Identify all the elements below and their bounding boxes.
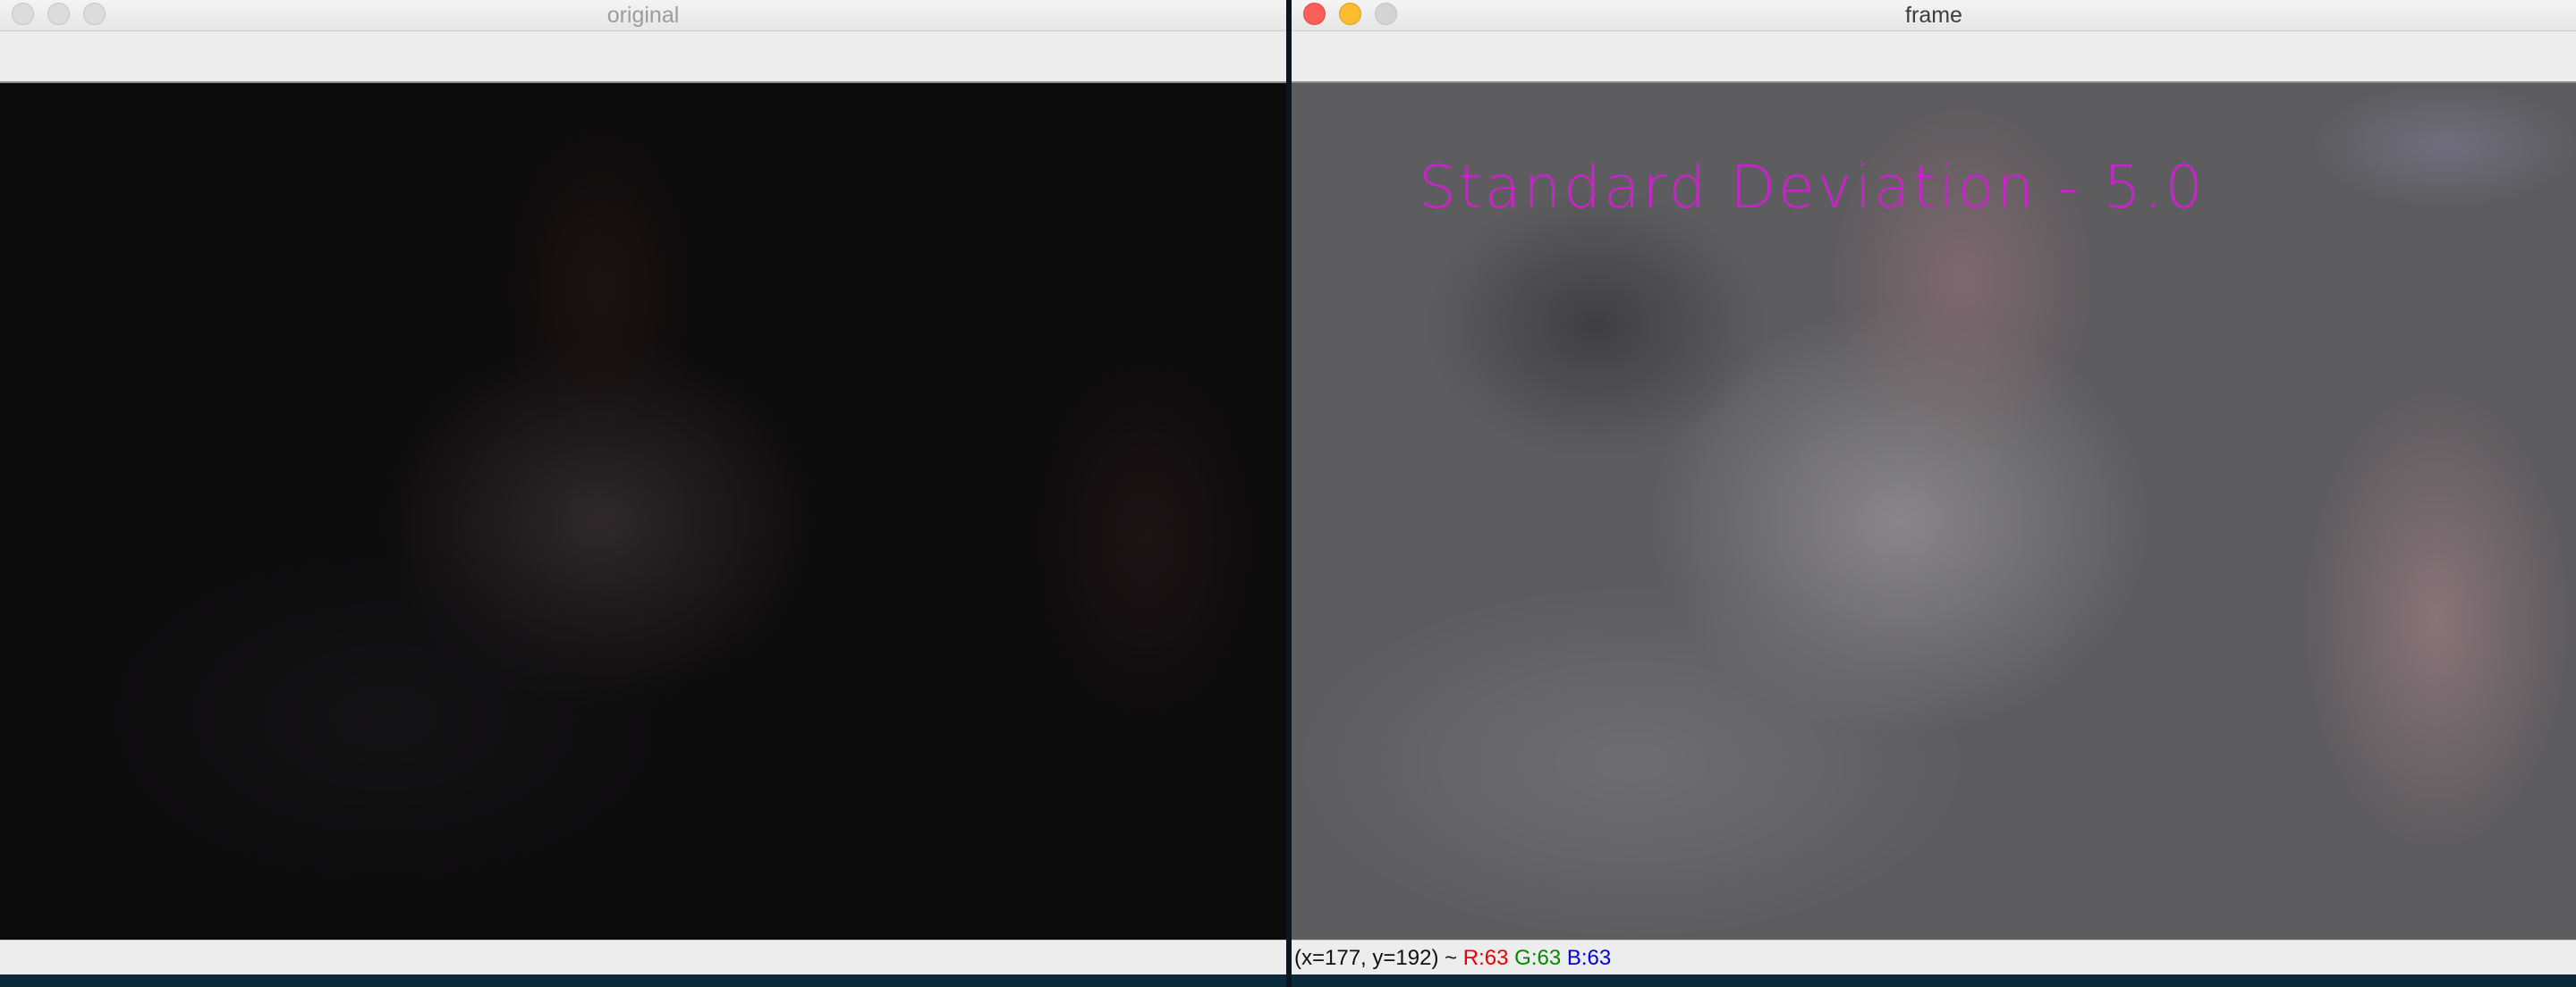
window-frame: frame Standard Deviation - 5.0 (x=177, y… [1292, 0, 2576, 974]
toolbar-original [0, 31, 1286, 83]
statusbar-frame: (x=177, y=192) ~ R:63 G:63 B:63 [1292, 940, 2576, 974]
titlebar-original[interactable]: original [0, 0, 1286, 31]
image-view-original[interactable] [0, 83, 1286, 940]
image-content [1426, 190, 1766, 459]
pixel-red-value: R:63 [1462, 946, 1509, 970]
pixel-readout: (x=177, y=192) ~ R:63 G:63 B:63 [1294, 946, 1611, 971]
image-content [501, 119, 698, 459]
image-view-frame[interactable]: Standard Deviation - 5.0 [1292, 83, 2576, 940]
image-content [2302, 387, 2571, 852]
window-title: frame [1905, 3, 1962, 28]
pixel-blue-value: B:63 [1566, 946, 1612, 970]
statusbar-original [0, 940, 1286, 974]
pixel-coordinates: (x=177, y=192) ~ [1294, 946, 1463, 970]
toolbar-frame [1292, 31, 2576, 83]
titlebar-frame[interactable]: frame [1292, 0, 2576, 31]
image-content [1029, 351, 1261, 727]
overlay-text: Standard Deviation - 5.0 [1419, 153, 2206, 222]
image-content [1649, 307, 2150, 736]
pixel-green-value: G:63 [1514, 946, 1562, 970]
image-content [1292, 584, 1971, 940]
image-content [2311, 83, 2576, 208]
window-title: original [606, 3, 680, 28]
window-original: original [0, 0, 1286, 974]
image-content [72, 530, 698, 906]
image-content [376, 333, 823, 709]
